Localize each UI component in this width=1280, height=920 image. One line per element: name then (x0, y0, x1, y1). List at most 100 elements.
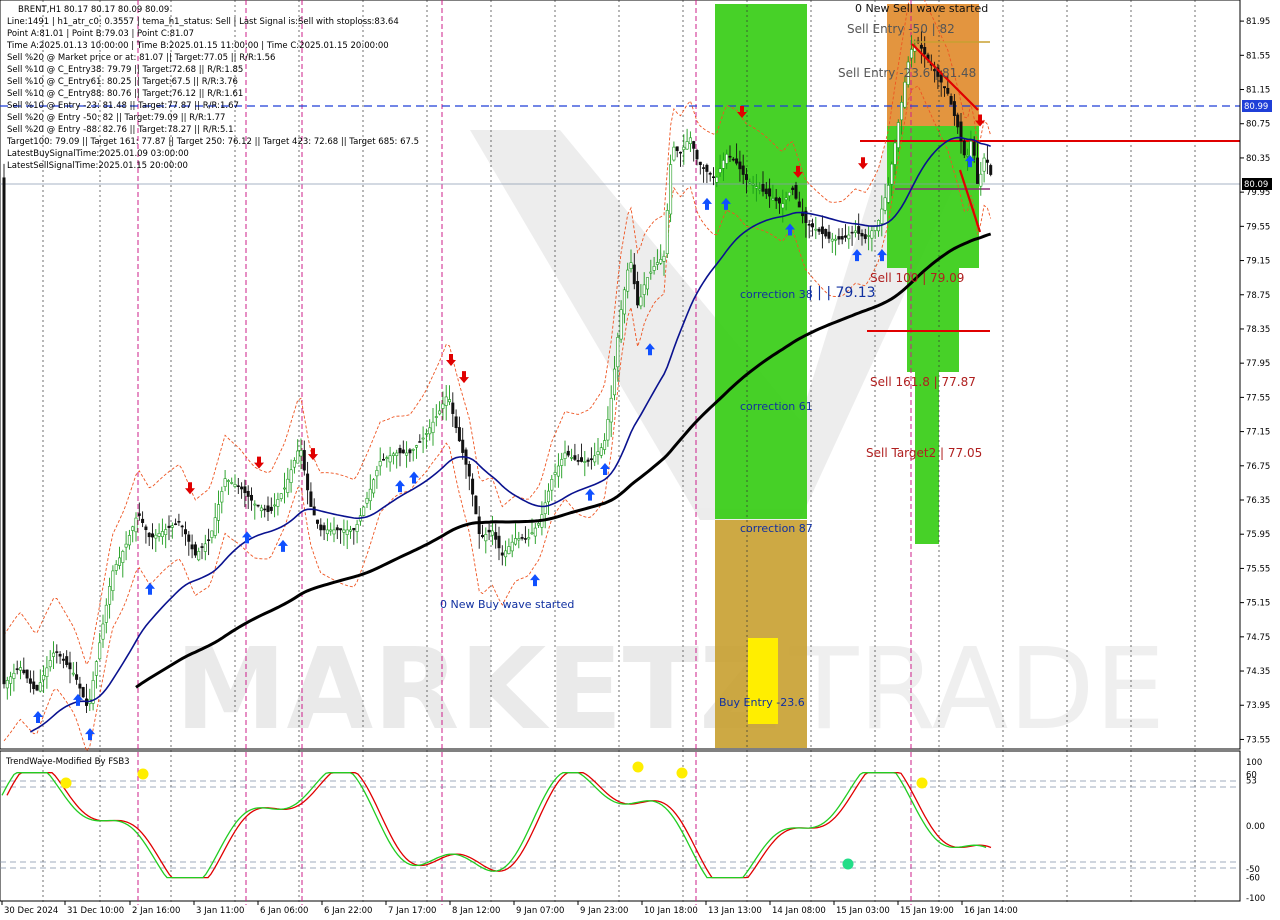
candle-body (325, 529, 329, 535)
candle-body (639, 296, 643, 307)
candle-body (504, 550, 508, 558)
candle-body (68, 662, 72, 670)
price-tick-label: 81.95 (1246, 17, 1270, 27)
candle-body (550, 479, 554, 491)
candle-body (665, 210, 669, 255)
info-line: LatestBuySignalTime:2025.01.09 03:00:00 (7, 149, 189, 159)
candle-body (741, 165, 745, 175)
candle-body (903, 81, 907, 108)
candle-body (952, 101, 956, 116)
candle-body (315, 519, 319, 524)
candle-body (385, 457, 389, 459)
candle-body (58, 653, 62, 657)
correction-38-label: correction 38 (740, 288, 813, 301)
candle-body (662, 255, 666, 262)
candle-body (348, 529, 352, 532)
candle-body (144, 526, 148, 531)
candle-body (154, 534, 158, 539)
candle-body (65, 656, 69, 665)
candle-body (738, 161, 742, 170)
candle-body (207, 539, 211, 541)
candle-body (243, 486, 247, 494)
candle-body (814, 228, 818, 231)
candle-body (55, 651, 59, 653)
time-tick-label: 31 Dec 10:00 (67, 906, 124, 916)
candle-body (619, 309, 623, 340)
time-tick-label: 3 Jan 11:00 (196, 906, 244, 916)
new-buy-wave-label: 0 New Buy wave started (440, 598, 574, 611)
candle-body (867, 235, 871, 237)
candle-body (210, 530, 214, 538)
candle-body (698, 161, 702, 165)
sell-target2-label: Sell Target2 | 77.05 (866, 446, 982, 460)
candle-body (240, 486, 244, 490)
candle-body (695, 150, 699, 160)
indicator-tick-label: 53 (1246, 776, 1257, 786)
oscillator-peak-dot (137, 768, 149, 780)
candle-body (484, 534, 488, 542)
candle-body (418, 441, 422, 443)
candle-body (375, 470, 379, 477)
candle-body (9, 676, 13, 684)
time-tick-label: 7 Jan 17:00 (388, 906, 436, 916)
candle-body (378, 461, 382, 467)
candle-body (81, 687, 85, 698)
candle-body (414, 445, 418, 448)
candle-body (583, 461, 587, 463)
candle-body (632, 264, 636, 285)
candle-body (170, 525, 174, 528)
trading-chart[interactable]: MARKETZ TRADE 0 New Sell wave started Se… (0, 0, 1280, 920)
candle-body (586, 459, 590, 462)
watermark-right: TRADE (789, 625, 1165, 755)
symbol-line: BRENT,H1 80.17 80.17 80.09 80.09 (18, 5, 169, 15)
time-tick-label: 15 Jan 03:00 (836, 906, 890, 916)
candle-body (408, 449, 412, 454)
candle-body (579, 457, 583, 462)
candle-body (596, 451, 600, 455)
candle-body (500, 552, 504, 556)
candle-body (715, 176, 719, 183)
candle-body (187, 534, 191, 542)
candle-body (401, 449, 405, 454)
candle-body (603, 440, 607, 450)
candle-body (121, 551, 125, 563)
candle-body (266, 505, 270, 512)
candle-body (702, 167, 706, 169)
info-line: Sell %20 @ Entry -50: 82 || Target:79.09… (7, 113, 225, 123)
candle-body (447, 399, 451, 403)
info-line: LatestSellSignalTime:2025.01.15 20:00:00 (7, 161, 188, 171)
candle-body (342, 529, 346, 533)
candle-body (748, 181, 752, 184)
price-tick-label: 78.75 (1246, 291, 1270, 301)
candle-body (764, 188, 768, 195)
candle-body (5, 680, 9, 689)
candle-body (42, 675, 46, 681)
candle-body (467, 463, 471, 477)
candle-body (411, 449, 415, 451)
candle-body (573, 455, 577, 460)
candle-body (22, 669, 26, 674)
candle-body (250, 494, 254, 501)
buy-entry-label: Buy Entry -23.6 (719, 696, 805, 709)
indicator-tick-label: -60 (1246, 874, 1260, 884)
price-tick-label: 76.75 (1246, 462, 1270, 472)
candle-body (18, 667, 22, 671)
candle-body (217, 504, 221, 521)
candle-body (111, 570, 115, 591)
price-tick-label: 81.55 (1246, 51, 1270, 61)
candle-body (282, 487, 286, 490)
candle-body (672, 146, 676, 161)
candle-body (329, 529, 333, 532)
candle-body (754, 186, 758, 189)
candle-body (725, 153, 729, 164)
time-tick-label: 2 Jan 16:00 (132, 906, 180, 916)
candle-body (197, 551, 201, 561)
candle-body (490, 530, 494, 536)
candle-body (75, 674, 79, 680)
candle-body (718, 168, 722, 173)
candle-body (480, 535, 484, 538)
candle-body (398, 447, 402, 454)
candle-body (131, 526, 135, 531)
candle-body (824, 228, 828, 237)
candle-body (124, 543, 128, 548)
